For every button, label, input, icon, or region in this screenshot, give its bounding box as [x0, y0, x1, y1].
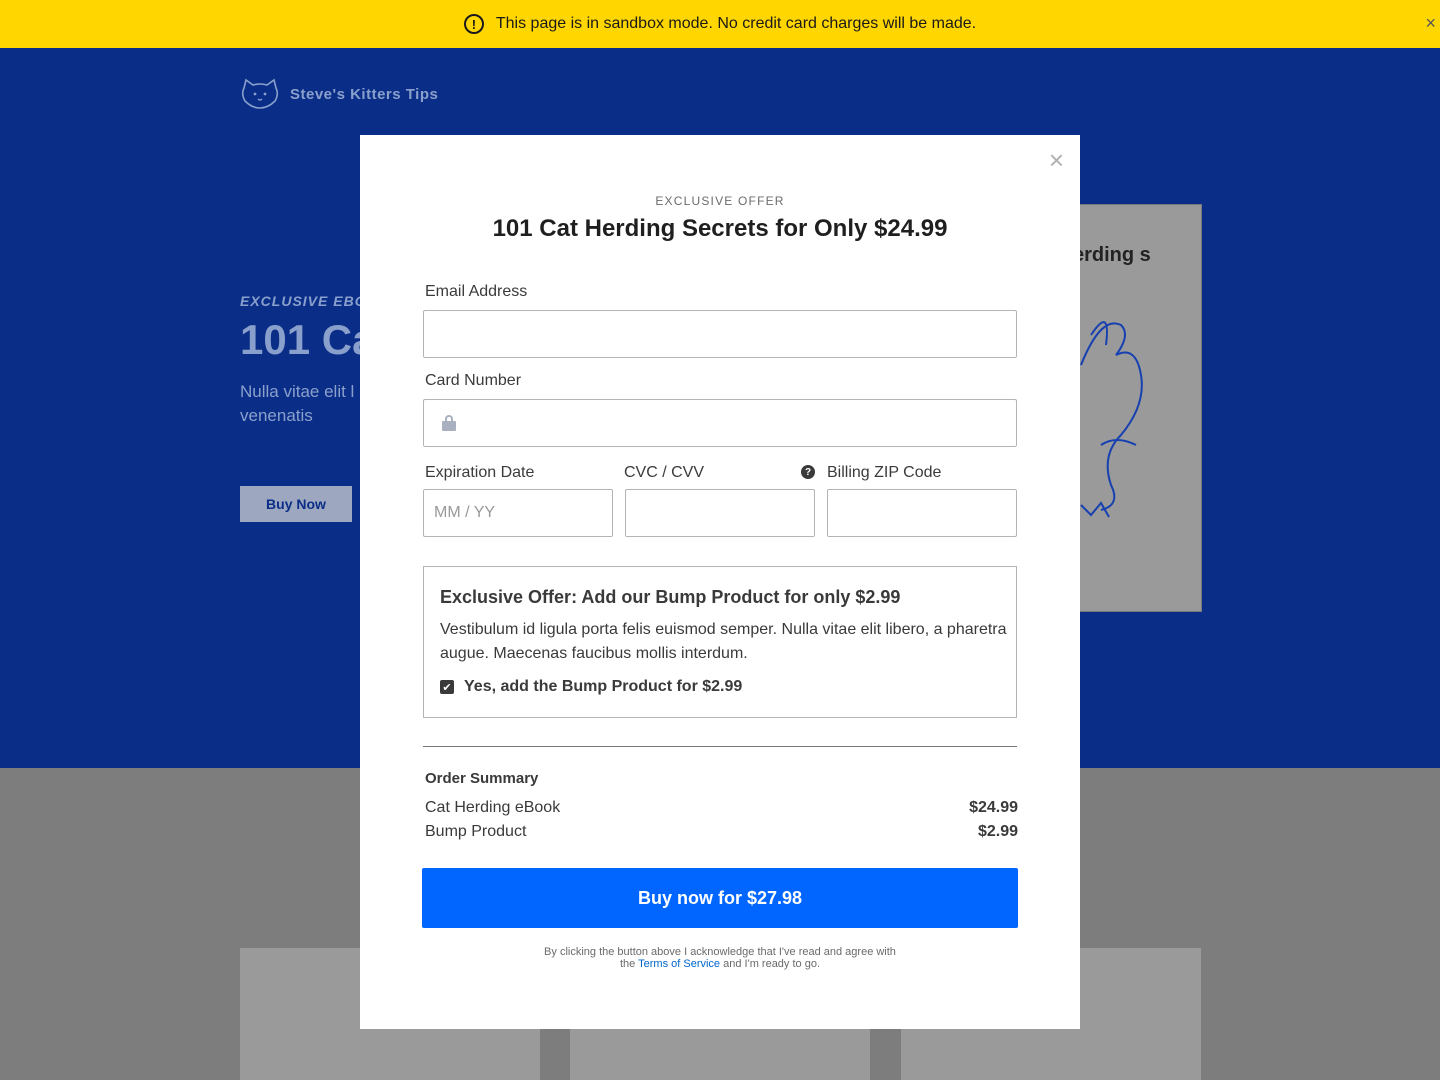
buy-now-button[interactable]: Buy now for $27.98 [422, 868, 1018, 928]
modal-title: 101 Cat Herding Secrets for Only $24.99 [492, 215, 948, 242]
warning-icon: ! [463, 14, 484, 34]
card-number-field[interactable] [423, 399, 1017, 447]
brand[interactable]: Steve's Kitters Tips [240, 78, 438, 110]
cvc-label: CVC / CVV [624, 464, 705, 481]
summary-row: Bump Product $2.99 [425, 823, 1018, 841]
help-icon[interactable]: ? [801, 465, 815, 479]
close-icon[interactable]: × [1049, 147, 1064, 173]
legal-text: By clicking the button above I acknowled… [540, 946, 900, 970]
card-number-label: Card Number [425, 372, 522, 389]
sandbox-message: This page is in sandbox mode. No credit … [495, 15, 977, 32]
hero-eyebrow: EXCLUSIVE EBO [240, 293, 367, 309]
zip-label: Billing ZIP Code [827, 464, 942, 481]
bump-checkbox-label[interactable]: Yes, add the Bump Product for $2.99 [464, 678, 742, 696]
close-icon[interactable]: × [1425, 13, 1436, 34]
email-field[interactable] [423, 310, 1017, 358]
checkout-modal: × EXCLUSIVE OFFER 101 Cat Herding Secret… [360, 135, 1080, 1029]
order-summary-heading: Order Summary [425, 770, 539, 787]
book-cover: erding s [1060, 204, 1202, 612]
lock-icon [442, 415, 456, 431]
summary-item-name: Bump Product [425, 823, 527, 840]
bump-description: Vestibulum id ligula porta felis euismod… [440, 621, 1007, 662]
hero-buy-button[interactable]: Buy Now [240, 486, 352, 522]
summary-item-name: Cat Herding eBook [425, 799, 561, 816]
expiration-label: Expiration Date [425, 464, 535, 481]
summary-row: Cat Herding eBook $24.99 [425, 799, 1018, 817]
zip-field[interactable] [827, 489, 1017, 537]
sandbox-banner: ! This page is in sandbox mode. No credi… [0, 0, 1440, 48]
legal-after: and I'm ready to go. [723, 958, 821, 970]
cat-illustration-icon [1080, 321, 1143, 518]
bump-offer: Exclusive Offer: Add our Bump Product fo… [423, 566, 1017, 718]
hero-title: 101 Ca [240, 316, 376, 363]
brand-name: Steve's Kitters Tips [290, 85, 439, 103]
cvc-field[interactable] [625, 489, 815, 537]
offer-eyebrow: EXCLUSIVE OFFER [655, 194, 785, 208]
email-label: Email Address [425, 283, 528, 300]
cat-logo-icon [241, 78, 279, 109]
bump-checkbox[interactable]: ✔ [440, 680, 454, 694]
divider [423, 746, 1017, 747]
summary-item-price: $2.99 [977, 823, 1018, 840]
bump-heading: Exclusive Offer: Add our Bump Product fo… [440, 587, 901, 607]
terms-link[interactable]: Terms of Service [638, 958, 720, 970]
summary-item-price: $24.99 [969, 799, 1018, 816]
expiration-field[interactable]: MM / YY [423, 489, 613, 537]
legal-before: By clicking the button above I acknowled… [544, 946, 896, 970]
